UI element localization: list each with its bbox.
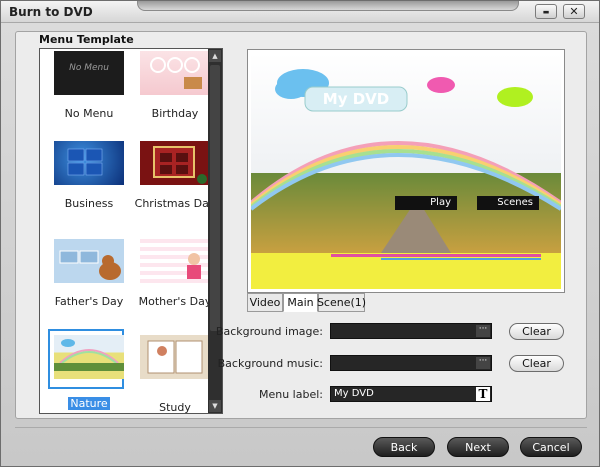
tab-main[interactable]: Main bbox=[283, 293, 318, 312]
menu-template-heading: Menu Template bbox=[39, 33, 134, 46]
preview-title: My DVD bbox=[322, 90, 390, 108]
background-image-field[interactable]: ··· bbox=[330, 323, 492, 339]
minimize-icon: ▬ bbox=[542, 7, 550, 16]
burn-to-dvd-window: Burn to DVD ▬ ✕ Menu Template No Menu No… bbox=[0, 0, 600, 467]
birthday-thumb-art bbox=[150, 57, 202, 89]
tab-video[interactable]: Video bbox=[247, 293, 283, 312]
fathers-day-thumb-art bbox=[59, 250, 121, 280]
preview-scenes-button: Scenes bbox=[497, 197, 533, 208]
christmas-thumbnail bbox=[140, 141, 210, 185]
minimize-button[interactable]: ▬ bbox=[535, 4, 557, 19]
no-menu-thumb-text: No Menu bbox=[69, 63, 109, 73]
preview-art bbox=[251, 53, 561, 289]
nature-thumbnail bbox=[54, 335, 124, 379]
footer-divider bbox=[15, 427, 587, 428]
template-label: Nature bbox=[46, 397, 132, 410]
no-menu-thumbnail: No Menu bbox=[54, 51, 124, 95]
scroll-up-button[interactable]: ▲ bbox=[209, 50, 221, 62]
clear-image-button[interactable]: Clear bbox=[509, 323, 564, 340]
mothers-day-thumbnail bbox=[140, 239, 210, 283]
background-image-label: Background image: bbox=[215, 325, 323, 338]
back-button[interactable]: Back bbox=[373, 437, 435, 457]
background-music-field[interactable]: ··· bbox=[330, 355, 492, 371]
text-format-icon[interactable]: T bbox=[476, 387, 490, 401]
template-label: No Menu bbox=[64, 107, 114, 120]
christmas-thumb-art bbox=[153, 146, 207, 184]
triangle-up-icon: ▲ bbox=[212, 52, 218, 60]
menu-label-field[interactable]: My DVD T bbox=[330, 386, 492, 402]
scroll-down-button[interactable]: ▼ bbox=[209, 400, 221, 412]
nature-thumb-art bbox=[54, 339, 124, 371]
study-thumb-art bbox=[147, 340, 203, 374]
template-label: Business bbox=[64, 197, 114, 210]
business-thumbnail bbox=[54, 141, 124, 185]
browse-image-button[interactable]: ··· bbox=[476, 325, 490, 337]
template-label: Father's Day bbox=[54, 295, 124, 308]
browse-music-button[interactable]: ··· bbox=[476, 357, 490, 369]
title-bar-decoration bbox=[137, 1, 519, 11]
template-label: Birthday bbox=[151, 107, 199, 120]
menu-label-value: My DVD bbox=[334, 388, 374, 399]
cancel-button[interactable]: Cancel bbox=[520, 437, 582, 457]
close-icon: ✕ bbox=[569, 5, 579, 18]
window-title: Burn to DVD bbox=[9, 5, 93, 19]
preview-play-button: Play bbox=[430, 197, 451, 208]
birthday-thumbnail bbox=[140, 51, 210, 95]
template-label-text: Nature bbox=[68, 397, 110, 410]
title-bar[interactable]: Burn to DVD ▬ ✕ bbox=[1, 1, 599, 23]
fathers-day-thumbnail bbox=[54, 239, 124, 283]
study-thumbnail bbox=[140, 335, 210, 379]
preview-canvas: My DVD Play Scenes bbox=[251, 53, 561, 289]
template-label: Mother's Day bbox=[138, 295, 212, 308]
menu-label-label: Menu label: bbox=[258, 388, 323, 401]
clear-music-button[interactable]: Clear bbox=[509, 355, 564, 372]
template-label: Study bbox=[159, 401, 191, 414]
close-button[interactable]: ✕ bbox=[563, 4, 585, 19]
tab-scene[interactable]: Scene(1) bbox=[317, 293, 366, 312]
mothers-day-thumb-art bbox=[187, 253, 201, 279]
menu-preview: My DVD Play Scenes bbox=[247, 49, 565, 293]
menu-template-list[interactable]: No Menu No Menu Birthday Business Christ… bbox=[39, 48, 223, 414]
scroll-thumb[interactable] bbox=[210, 65, 220, 331]
next-button[interactable]: Next bbox=[447, 437, 509, 457]
background-music-label: Background music: bbox=[217, 357, 323, 370]
business-thumb-art bbox=[67, 148, 103, 176]
triangle-down-icon: ▼ bbox=[212, 402, 218, 410]
template-label: Christmas Day bbox=[134, 197, 216, 210]
